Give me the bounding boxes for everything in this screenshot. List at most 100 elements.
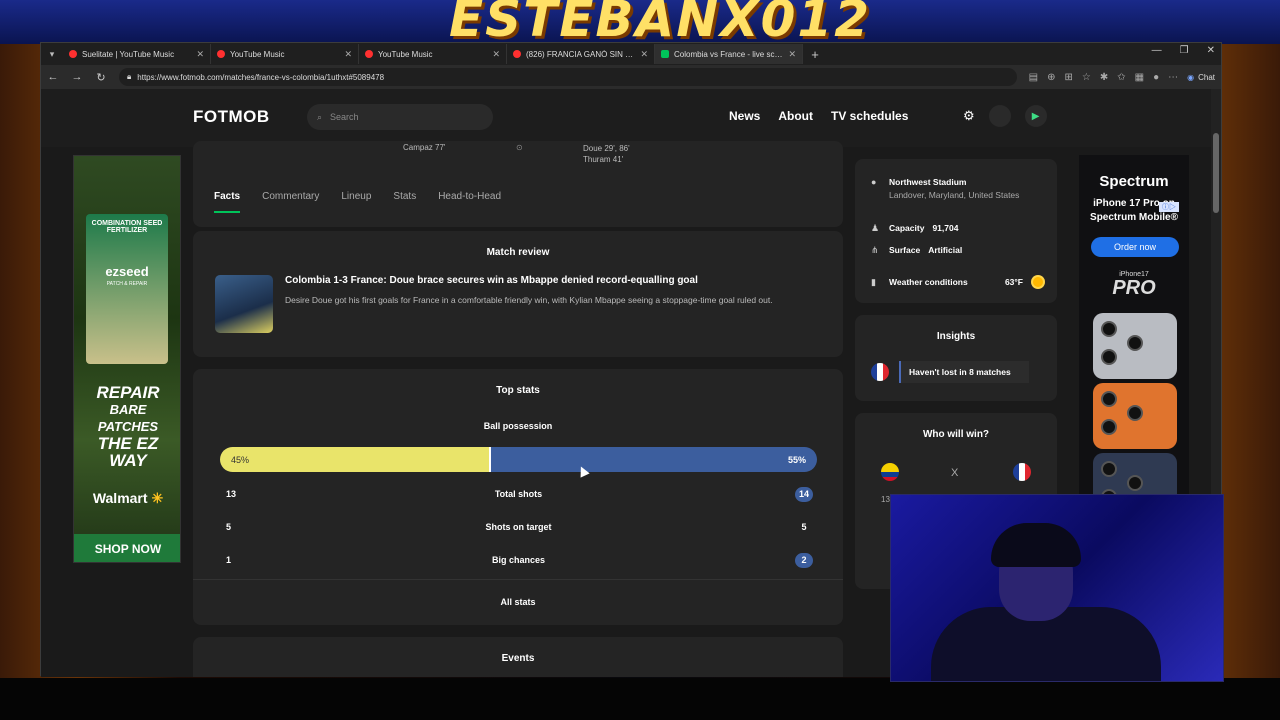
spectrum-logo: Spectrum [1099, 173, 1169, 190]
possession-away: 55% [488, 447, 817, 472]
people-icon: ♟ [871, 223, 880, 233]
possession-bar: 45% 55% [220, 447, 817, 472]
ball-icon: ⊙ [516, 143, 523, 152]
walmart-logo: Walmart ✳ [92, 490, 164, 506]
url-field[interactable]: 🔒︎ https://www.fotmob.com/matches/france… [119, 68, 1017, 86]
draw-vote-button[interactable]: X [951, 467, 958, 479]
stat-row-big-chances: 1 Big chances 2 [220, 553, 817, 569]
site-header: FOTMOB ⌕ Search News About TV schedules … [41, 89, 1213, 147]
extensions-icon[interactable]: ✱ [1100, 72, 1108, 83]
youtube-icon [513, 50, 521, 58]
browser-tab-active[interactable]: Colombia vs France - live score, pr✕ [655, 44, 803, 64]
browser-tab[interactable]: Suelitate | YouTube Music ✕ [63, 44, 211, 64]
window-controls: — ❐ ✕ [1152, 45, 1215, 56]
favorites-icon[interactable]: ✩ [1117, 72, 1125, 83]
surface-row: ⋔ Surface Artificial [871, 245, 963, 255]
more-menu-icon[interactable]: ⋯ [1168, 72, 1178, 83]
match-review-title: Match review [486, 247, 550, 258]
fotmob-logo[interactable]: FOTMOB [193, 107, 270, 127]
copilot-icon: ◉ [1187, 72, 1195, 82]
france-vote-button[interactable] [1013, 463, 1031, 481]
sun-icon [1033, 277, 1043, 287]
tab-bar: ▾ Suelitate | YouTube Music ✕ YouTube Mus… [41, 43, 1221, 65]
home-votes: 13 [881, 495, 890, 504]
youtube-music-icon [217, 50, 225, 58]
capacity-row: ♟ Capacity 91,704 [871, 223, 959, 233]
streamer-webcam [890, 494, 1224, 682]
nav-about[interactable]: About [778, 109, 813, 123]
prediction-title: Who will win? [922, 429, 990, 440]
tab-head-to-head[interactable]: Head-to-Head [438, 191, 501, 202]
thermometer-icon: ▮ [871, 277, 876, 287]
ad-info-icon[interactable]: ⓘ▷ [1159, 202, 1179, 212]
colombia-vote-button[interactable] [881, 463, 899, 481]
copilot-chat-button[interactable]: ◉ Chat [1187, 73, 1215, 82]
review-description: Desire Doue got his first goals for Fran… [285, 295, 773, 305]
nav-news[interactable]: News [729, 109, 760, 123]
collections-icon[interactable]: ▦ [1135, 72, 1144, 83]
close-tab-icon[interactable]: ✕ [492, 49, 500, 60]
match-review-card: Match review Colombia 1-3 France: Doue b… [193, 231, 843, 357]
tab-commentary[interactable]: Commentary [262, 191, 319, 202]
browser-tab[interactable]: YouTube Music ✕ [211, 44, 359, 64]
walmart-spark-icon: ✳ [151, 490, 164, 506]
browser-tab[interactable]: YouTube Music ✕ [359, 44, 507, 64]
possession-home: 45% [220, 447, 489, 472]
back-arrow-icon[interactable]: ← [47, 71, 59, 83]
tab-facts[interactable]: Facts [214, 191, 241, 213]
new-tab-plus-icon[interactable]: + [803, 47, 827, 62]
browser-toolbar-icons: ▤ ⊕ ⊞ ☆ ✱ ✩ ▦ ● ⋯ ◉ Chat [1029, 72, 1215, 83]
review-headline[interactable]: Colombia 1-3 France: Doue brace secures … [285, 275, 698, 286]
minimize-icon[interactable]: — [1152, 45, 1162, 56]
review-thumbnail[interactable] [215, 275, 273, 333]
close-tab-icon[interactable]: ✕ [640, 49, 648, 60]
apps-icon[interactable]: ⊞ [1064, 72, 1072, 83]
search-icon: ⌕ [317, 111, 323, 122]
fotmob-icon [661, 50, 669, 58]
close-tab-icon[interactable]: ✕ [196, 49, 204, 60]
ad-headline: REPAIR BARE PATCHES THE EZ WAY [96, 383, 160, 470]
browser-tab[interactable]: (826) FRANCIA GANÓ SIN PROBLE✕ [507, 44, 655, 64]
lock-icon: 🔒︎ [127, 72, 132, 81]
insight-item: Haven't lost in 8 matches [871, 361, 1029, 383]
stat-row-total-shots: 13 Total shots 14 [220, 487, 817, 503]
events-title: Events [501, 653, 535, 664]
main-nav: News About TV schedules [729, 109, 908, 123]
zoom-icon[interactable]: ⊕ [1047, 72, 1055, 83]
reload-icon[interactable]: ↻ [95, 71, 107, 84]
scrollbar-thumb[interactable] [1213, 133, 1219, 213]
maximize-icon[interactable]: ❐ [1180, 45, 1189, 56]
venue-card: ● Northwest Stadium Landover, Maryland, … [855, 159, 1057, 303]
favorite-star-icon[interactable]: ☆ [1082, 72, 1091, 83]
shop-now-button[interactable]: SHOP NOW [74, 534, 180, 562]
insights-title: Insights [936, 331, 976, 342]
profile-avatar-icon[interactable]: ● [1153, 72, 1159, 83]
events-card: Events [193, 637, 843, 677]
tab-list-chevron-icon[interactable]: ▾ [41, 43, 63, 65]
streamer-hair [991, 523, 1081, 567]
venue-stadium-row: ● Northwest Stadium Landover, Maryland, … [871, 177, 1019, 200]
search-input[interactable]: ⌕ Search [307, 104, 493, 130]
header-icons: ⚙ ▶ [963, 105, 1047, 127]
away-scorers: Doue 29', 86' Thuram 41' [583, 144, 630, 164]
insights-card: Insights Haven't lost in 8 matches [855, 315, 1057, 401]
stream-banner: ESTEBANX012 [0, 0, 1280, 48]
all-stats-link[interactable]: All stats [193, 597, 843, 607]
tab-lineup[interactable]: Lineup [341, 191, 371, 202]
close-tab-icon[interactable]: ✕ [344, 49, 352, 60]
tab-stats[interactable]: Stats [393, 191, 416, 202]
top-stats-title: Top stats [496, 385, 540, 396]
weather-row: ▮ Weather conditions 63°F [871, 277, 1043, 288]
stadium-name[interactable]: Northwest Stadium [889, 177, 1019, 187]
close-window-icon[interactable]: ✕ [1207, 45, 1215, 56]
reader-view-icon[interactable]: ▤ [1029, 72, 1038, 83]
forward-arrow-icon[interactable]: → [71, 71, 83, 83]
nav-tv-schedules[interactable]: TV schedules [831, 109, 908, 123]
settings-gear-icon[interactable]: ⚙ [963, 108, 975, 124]
lawn-seed-ad[interactable]: COMBINATION SEED FERTILIZER ezseed PATCH… [73, 155, 181, 563]
order-now-button[interactable]: Order now [1091, 237, 1179, 257]
apple-app-icon[interactable] [988, 105, 1011, 127]
google-play-icon[interactable]: ▶ [1024, 105, 1047, 127]
match-header-card: Campaz 77' ⊙ Doue 29', 86' Thuram 41' [193, 141, 843, 227]
close-tab-icon[interactable]: ✕ [788, 49, 796, 60]
